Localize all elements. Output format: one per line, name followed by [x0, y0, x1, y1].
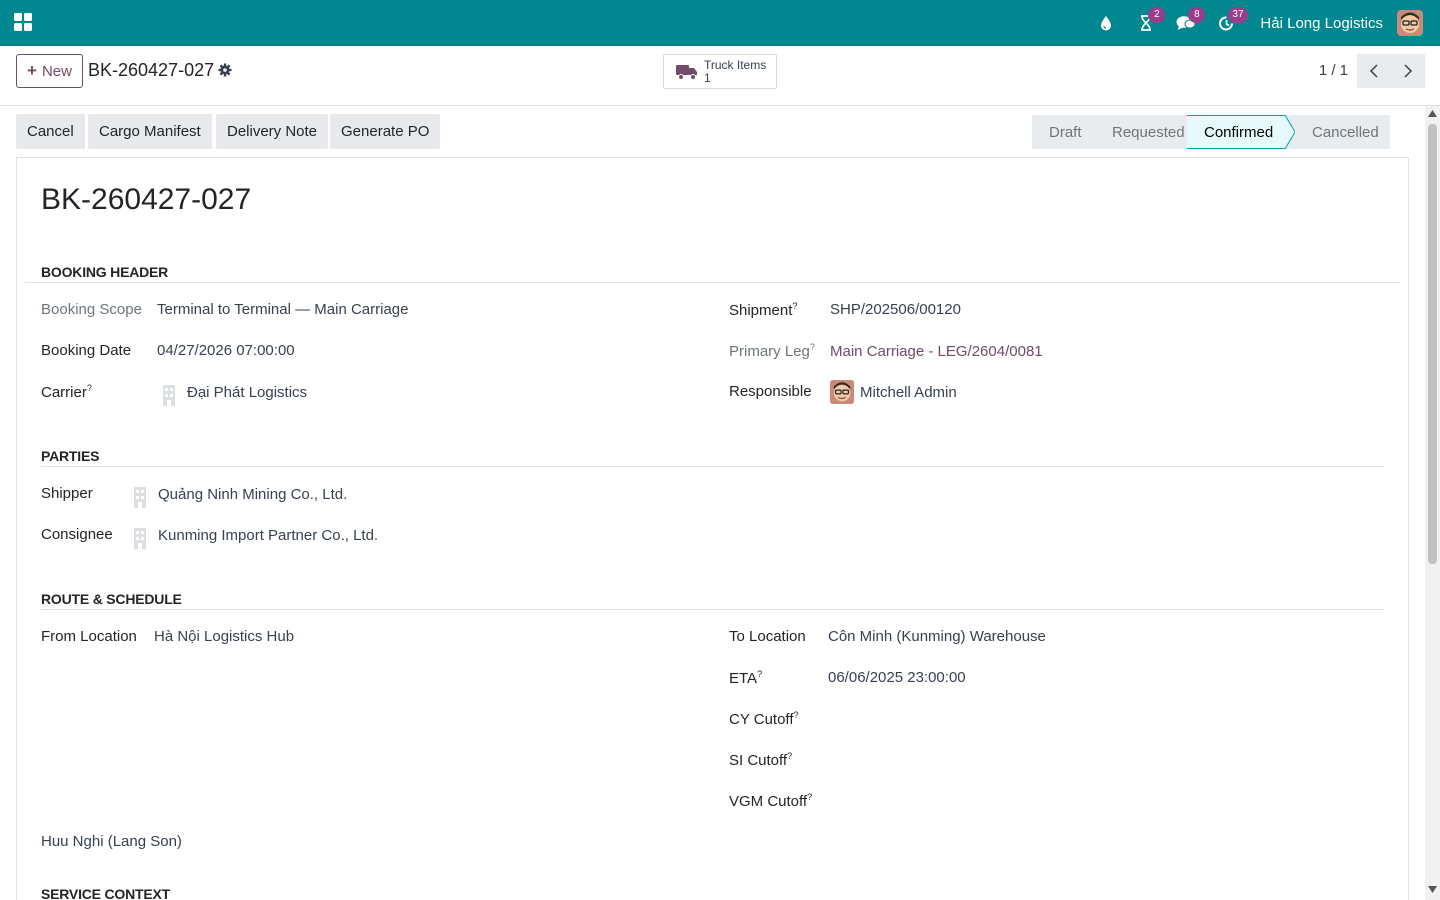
- border-gate-value: Huu Nghi (Lang Son): [41, 833, 182, 850]
- status-bar: Draft Requested Confirmed Cancelled: [1032, 115, 1390, 149]
- help-tooltip-icon[interactable]: ?: [787, 751, 792, 761]
- new-button-label: New: [41, 62, 72, 80]
- smart-button-count: 1: [704, 70, 711, 85]
- stage-label: Draft: [1049, 123, 1082, 141]
- user-avatar[interactable]: [1397, 10, 1423, 36]
- stage-draft[interactable]: Draft: [1032, 115, 1095, 149]
- updates-badge: 37: [1228, 7, 1248, 23]
- shipment-label-text: Shipment: [729, 302, 793, 319]
- new-record-button[interactable]: + New: [16, 54, 83, 88]
- stage-cancelled[interactable]: Cancelled: [1295, 115, 1390, 149]
- primary-leg-label: Primary Leg?: [729, 342, 815, 360]
- help-tooltip-icon[interactable]: ?: [793, 710, 798, 720]
- eta-value: 06/06/2025 23:00:00: [828, 669, 966, 686]
- primary-leg-link[interactable]: Main Carriage - LEG/2604/0081: [830, 343, 1043, 360]
- carrier-label: Carrier?: [41, 383, 92, 401]
- cy-cutoff-label: CY Cutoff?: [729, 710, 799, 728]
- page-scrollbar[interactable]: [1425, 106, 1440, 900]
- responsible-label: Responsible: [729, 383, 812, 400]
- gear-icon[interactable]: [218, 63, 232, 77]
- breadcrumb-record: BK-260427-027: [88, 60, 215, 80]
- cy-cutoff-label-text: CY Cutoff: [729, 711, 794, 728]
- help-tooltip-icon[interactable]: ?: [810, 342, 815, 352]
- pager-previous-button[interactable]: [1357, 54, 1391, 88]
- section-route-schedule: ROUTE & SCHEDULE: [41, 591, 182, 607]
- scroll-up-icon[interactable]: [1428, 110, 1437, 117]
- stage-label: Cancelled: [1312, 123, 1379, 141]
- si-cutoff-label: SI Cutoff?: [729, 751, 792, 769]
- activities-badge: 2: [1148, 7, 1166, 23]
- building-icon: [134, 528, 146, 549]
- booking-scope-label: Booking Scope: [41, 301, 142, 318]
- shipment-value[interactable]: SHP/202506/00120: [830, 301, 961, 318]
- smart-button-label: Truck Items: [704, 57, 767, 72]
- help-tooltip-icon[interactable]: ?: [792, 301, 797, 311]
- help-tooltip-icon[interactable]: ?: [807, 792, 812, 802]
- section-booking-header: BOOKING HEADER: [41, 264, 169, 280]
- scroll-down-icon[interactable]: [1428, 886, 1437, 893]
- stage-confirmed[interactable]: Confirmed: [1187, 115, 1285, 149]
- carrier-label-text: Carrier: [41, 384, 87, 401]
- responsible-value[interactable]: Mitchell Admin: [860, 384, 957, 401]
- from-location-value[interactable]: Hà Nội Logistics Hub: [154, 628, 294, 645]
- debug-drop-icon[interactable]: [1086, 0, 1126, 46]
- vgm-cutoff-label-text: VGM Cutoff: [729, 793, 808, 810]
- messages-icon[interactable]: 8: [1166, 0, 1206, 46]
- from-location-label: From Location: [41, 628, 137, 645]
- chevron-right-icon: [1404, 64, 1413, 78]
- consignee-value[interactable]: Kunming Import Partner Co., Ltd.: [158, 527, 378, 544]
- generate-po-button[interactable]: Generate PO: [330, 114, 441, 149]
- booking-date-value: 04/27/2026 07:00:00: [157, 342, 295, 359]
- stage-requested[interactable]: Requested: [1095, 115, 1187, 149]
- section-service-context: SERVICE CONTEXT: [41, 886, 170, 900]
- stage-label: Confirmed: [1204, 123, 1274, 141]
- company-switcher[interactable]: Hải Long Logistics: [1260, 15, 1383, 32]
- help-tooltip-icon[interactable]: ?: [87, 383, 92, 393]
- carrier-value[interactable]: Đại Phát Logistics: [187, 384, 307, 401]
- booking-date-label: Booking Date: [41, 342, 132, 359]
- building-icon: [163, 385, 175, 406]
- primary-leg-label-text: Primary Leg: [729, 343, 810, 360]
- top-navbar: 2 8 37 Hải Long Logistics: [0, 0, 1440, 46]
- eta-label: ETA?: [729, 669, 762, 687]
- section-divider: [41, 466, 1384, 467]
- pager-next-button[interactable]: [1391, 54, 1425, 88]
- to-location-value[interactable]: Côn Minh (Kunming) Warehouse: [828, 628, 1046, 645]
- responsible-avatar: [830, 380, 854, 404]
- si-cutoff-label-text: SI Cutoff: [729, 752, 788, 769]
- updates-icon[interactable]: 37: [1206, 0, 1248, 46]
- stage-label: Requested: [1112, 123, 1185, 141]
- activity-clock-icon[interactable]: 2: [1126, 0, 1166, 46]
- pager-value[interactable]: 1 / 1: [1319, 62, 1348, 79]
- building-icon: [134, 487, 146, 508]
- shipper-label: Shipper: [41, 485, 93, 502]
- cancel-button[interactable]: Cancel: [16, 114, 85, 149]
- control-panel: + New BK-260427-027 Truck Items 1 1 / 1: [0, 46, 1440, 106]
- plus-icon: +: [27, 61, 37, 80]
- to-location-label: To Location: [729, 628, 806, 645]
- consignee-label: Consignee: [41, 526, 113, 543]
- truck-icon: [676, 64, 697, 80]
- delivery-note-button[interactable]: Delivery Note: [216, 114, 329, 149]
- section-parties: PARTIES: [41, 448, 100, 464]
- truck-items-smart-button[interactable]: Truck Items 1: [663, 54, 777, 89]
- section-divider: [41, 609, 1384, 610]
- cargo-manifest-button[interactable]: Cargo Manifest: [88, 114, 212, 149]
- messages-badge: 8: [1188, 7, 1206, 23]
- app-grid-icon[interactable]: [14, 13, 33, 32]
- help-tooltip-icon[interactable]: ?: [757, 669, 762, 679]
- booking-scope-value: Terminal to Terminal — Main Carriage: [157, 301, 409, 318]
- scrollbar-thumb[interactable]: [1428, 124, 1437, 564]
- chevron-left-icon: [1369, 64, 1378, 78]
- vgm-cutoff-label: VGM Cutoff?: [729, 792, 812, 810]
- section-divider: [25, 282, 1400, 283]
- record-title: BK-260427-027: [41, 183, 252, 216]
- eta-label-text: ETA: [729, 670, 758, 687]
- shipment-label: Shipment?: [729, 301, 797, 319]
- shipper-value[interactable]: Quảng Ninh Mining Co., Ltd.: [158, 486, 347, 503]
